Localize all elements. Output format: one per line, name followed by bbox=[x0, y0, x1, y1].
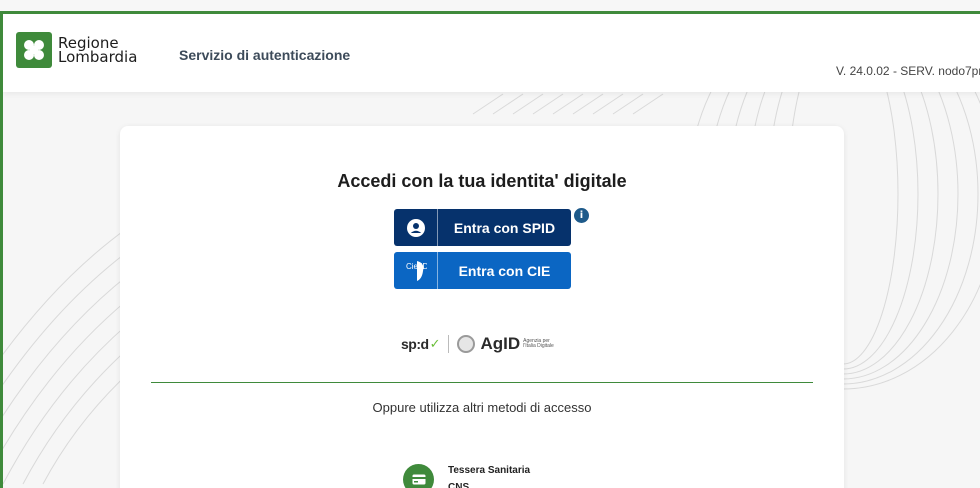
brand-logo[interactable]: Regione Lombardia bbox=[16, 32, 137, 68]
brand-line-2: Lombardia bbox=[58, 48, 138, 66]
partner-logos: sp:d ✓ AgID Agenzia per l'Italia Digital… bbox=[401, 333, 557, 355]
cns-labels: Tessera Sanitaria CNS bbox=[448, 462, 530, 488]
card-title: Accedi con la tua identita' digitale bbox=[337, 171, 627, 191]
cie-icon-text: Cie ID bbox=[406, 262, 427, 271]
app-frame: Regione Lombardia Servizio di autenticaz… bbox=[0, 11, 980, 488]
check-icon: ✓ bbox=[429, 336, 441, 351]
login-card: Accedi con la tua identita' digitale Ent… bbox=[120, 126, 844, 488]
spid-button-label: Entra con SPID bbox=[453, 219, 556, 236]
cns-login-option[interactable]: Tessera Sanitaria CNS bbox=[403, 462, 530, 488]
top-header: Regione Lombardia Servizio di autenticaz… bbox=[3, 14, 980, 92]
spid-logo: sp:d bbox=[401, 336, 429, 352]
cns-title: Tessera Sanitaria bbox=[448, 465, 531, 476]
version-label: V. 24.0.02 - SERV. nodo7pr bbox=[836, 64, 980, 78]
agid-emblem-icon bbox=[457, 335, 476, 353]
spid-login-button[interactable]: Entra con SPID bbox=[394, 209, 571, 246]
info-icon[interactable]: i bbox=[574, 208, 589, 223]
cns-subtitle: CNS bbox=[448, 482, 470, 488]
section-divider bbox=[151, 382, 813, 383]
alt-methods-text: Oppure utilizza altri metodi di accesso bbox=[372, 400, 592, 415]
agid-subtitle: Agenzia per l'Italia Digitale bbox=[523, 338, 554, 349]
logo-separator bbox=[448, 335, 450, 353]
service-title: Servizio di autenticazione bbox=[179, 47, 351, 63]
cie-button-label: Entra con CIE bbox=[458, 262, 551, 279]
cie-id-icon: Cie ID bbox=[394, 252, 438, 289]
regione-lombardia-logo-icon bbox=[16, 32, 52, 68]
brand-name: Regione Lombardia bbox=[58, 36, 138, 66]
cie-login-button[interactable]: Cie ID Entra con CIE bbox=[394, 252, 571, 289]
user-icon bbox=[394, 209, 438, 246]
card-icon bbox=[403, 463, 434, 488]
agid-logo: AgID bbox=[480, 334, 521, 353]
